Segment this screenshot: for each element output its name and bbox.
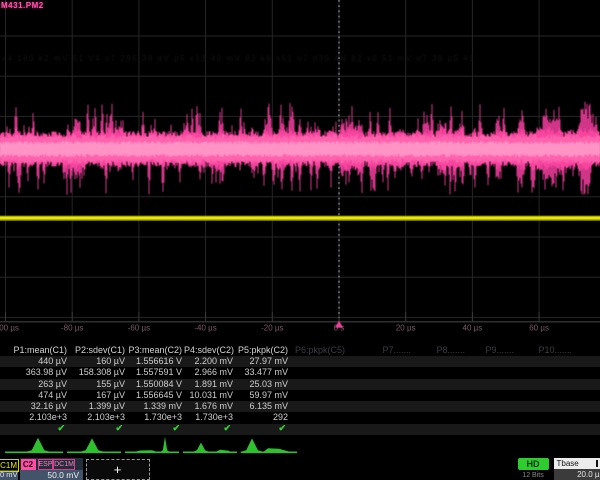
svg-text:-100 µs: -100 µs [0,324,19,333]
svg-text:-20 µs: -20 µs [261,324,283,333]
svg-text:-60 µs: -60 µs [128,324,150,333]
svg-text:-40 µs: -40 µs [194,324,216,333]
svg-text:-80 µs: -80 µs [61,324,83,333]
svg-text:60 µs: 60 µs [529,324,549,333]
svg-text:20 µs: 20 µs [396,324,416,333]
svg-text:40 µs: 40 µs [463,324,483,333]
